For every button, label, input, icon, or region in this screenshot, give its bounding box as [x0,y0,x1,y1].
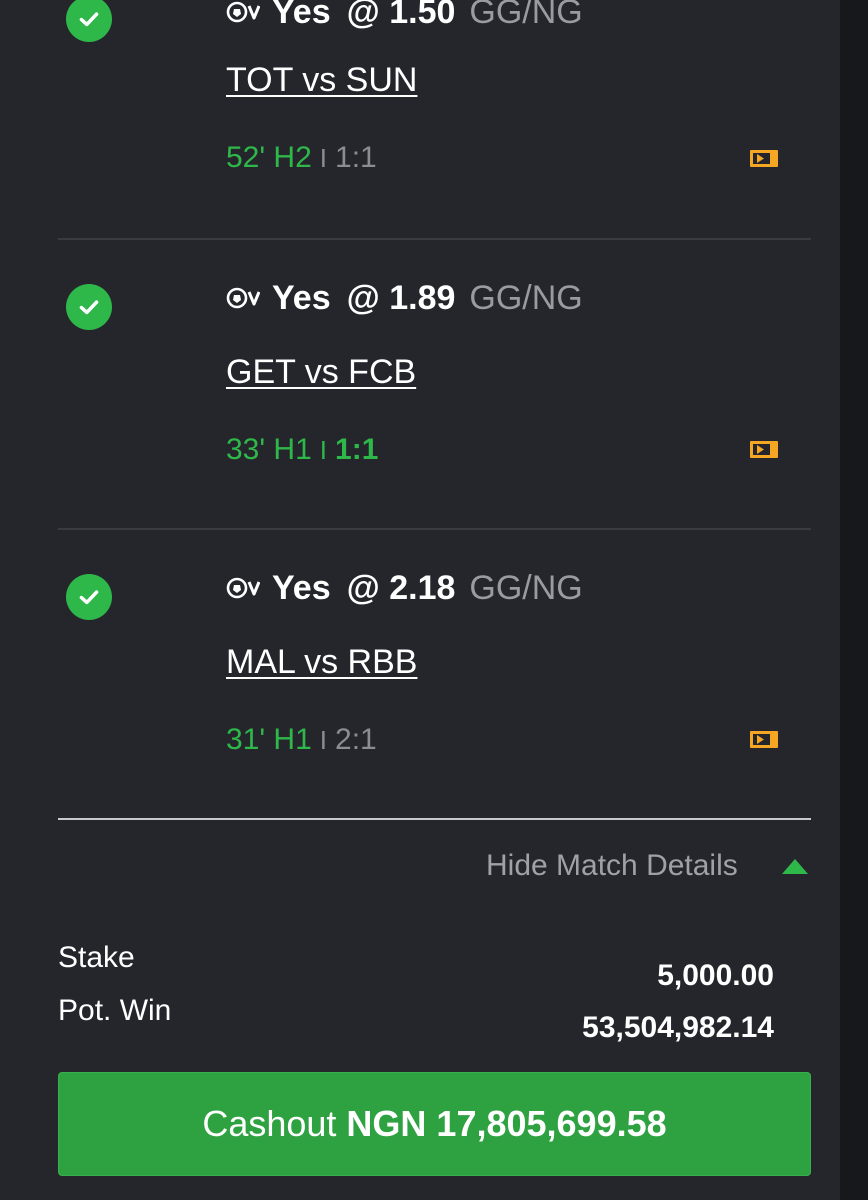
soccer-ball-icon [226,287,260,309]
selection-line: Yes @ 1.89 GG/NG [226,278,583,318]
betslip-panel: Yes @ 1.50 GG/NG TOT vs SUN 52' H2 I 1:1 Y… [0,0,840,1200]
page-edge [840,0,868,1200]
odds-value: @ 1.89 [346,279,456,317]
bet-selection: Yes @ 1.89 GG/NG GET vs FCB 33' H1 I 1:1 [0,238,840,528]
live-stats-icon[interactable] [750,731,778,748]
stake-label: Stake [58,941,135,974]
live-stats-icon[interactable] [750,150,778,167]
cashout-button[interactable]: Cashout NGN 17,805,699.58 [58,1072,811,1176]
separator: I [319,725,328,755]
pick-label: Yes [272,569,331,607]
check-circle-icon [66,0,112,42]
pot-win-value: 53,504,982.14 [582,1011,774,1044]
soccer-ball-icon [226,1,260,23]
cashout-amount: NGN 17,805,699.58 [346,1103,667,1144]
live-status: 52' H2 I 1:1 [226,140,377,176]
match-time: 31' H1 [226,723,312,756]
pick-label: Yes [272,0,331,31]
match-link[interactable]: GET vs FCB [226,352,416,392]
hide-match-details-link[interactable]: Hide Match Details [486,846,738,886]
cashout-label: Cashout [202,1103,337,1144]
live-stats-icon[interactable] [750,441,778,458]
soccer-ball-icon [226,577,260,599]
bet-selection: Yes @ 1.50 GG/NG TOT vs SUN 52' H2 I 1:1 [0,0,840,232]
triangle-up-icon[interactable] [780,856,810,876]
match-time: 33' H1 [226,433,312,466]
match-time: 52' H2 [226,141,312,174]
live-status: 31' H1 I 2:1 [226,722,377,758]
separator: I [319,143,328,173]
separator: I [319,435,328,465]
match-link[interactable]: TOT vs SUN [226,60,417,100]
live-score: 1:1 [335,433,379,466]
odds-value: @ 2.18 [346,569,456,607]
selection-line: Yes @ 2.18 GG/NG [226,568,583,608]
pick-label: Yes [272,279,331,317]
match-link[interactable]: MAL vs RBB [226,642,417,682]
live-score: 2:1 [335,723,377,756]
odds-value: @ 1.50 [346,0,456,31]
market-label: GG/NG [469,279,583,317]
section-divider [58,818,811,820]
selection-line: Yes @ 1.50 GG/NG [226,0,583,32]
pot-win-label: Pot. Win [58,994,172,1027]
market-label: GG/NG [469,0,583,31]
bet-selection: Yes @ 2.18 GG/NG MAL vs RBB 31' H1 I 2:1 [0,528,840,818]
market-label: GG/NG [469,569,583,607]
live-score: 1:1 [335,141,377,174]
check-circle-icon [66,574,112,620]
stake-value: 5,000.00 [657,959,774,992]
live-status: 33' H1 I 1:1 [226,432,378,468]
check-circle-icon [66,284,112,330]
